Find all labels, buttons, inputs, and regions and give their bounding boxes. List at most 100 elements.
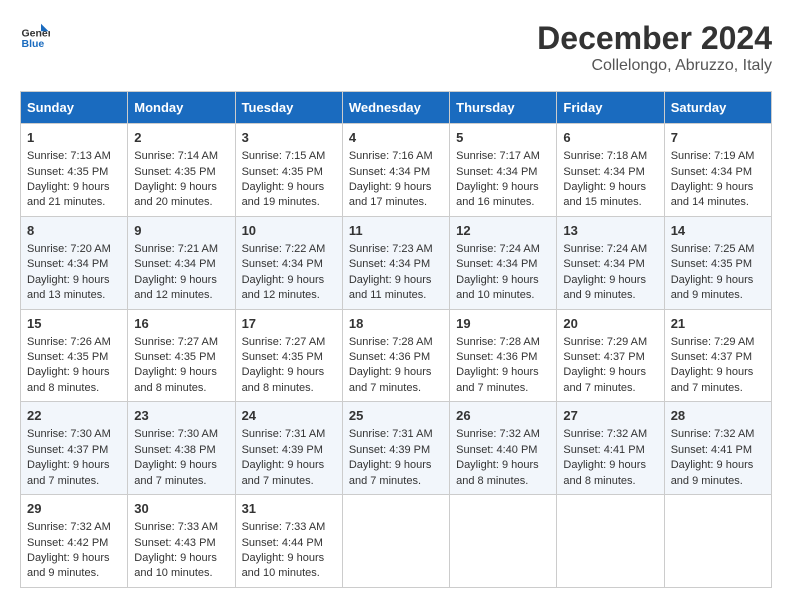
col-friday: Friday [557, 92, 664, 124]
daylight-label: Daylight: 9 hours and 11 minutes. [349, 274, 432, 301]
sunset-label: Sunset: 4:35 PM [27, 166, 108, 178]
table-row: 10 Sunrise: 7:22 AM Sunset: 4:34 PM Dayl… [235, 216, 342, 309]
sunset-label: Sunset: 4:41 PM [563, 444, 644, 456]
sunset-label: Sunset: 4:37 PM [671, 351, 752, 363]
sunrise-label: Sunrise: 7:13 AM [27, 150, 111, 162]
sunrise-label: Sunrise: 7:27 AM [134, 336, 218, 348]
day-number: 15 [27, 315, 121, 333]
table-row: 25 Sunrise: 7:31 AM Sunset: 4:39 PM Dayl… [342, 402, 449, 495]
daylight-label: Daylight: 9 hours and 10 minutes. [456, 274, 539, 301]
sunrise-label: Sunrise: 7:24 AM [456, 243, 540, 255]
table-row: 21 Sunrise: 7:29 AM Sunset: 4:37 PM Dayl… [664, 309, 771, 402]
col-wednesday: Wednesday [342, 92, 449, 124]
day-number: 28 [671, 407, 765, 425]
calendar-table: Sunday Monday Tuesday Wednesday Thursday… [20, 91, 772, 588]
sunset-label: Sunset: 4:35 PM [27, 351, 108, 363]
table-row: 24 Sunrise: 7:31 AM Sunset: 4:39 PM Dayl… [235, 402, 342, 495]
table-row [557, 495, 664, 588]
day-number: 14 [671, 222, 765, 240]
sunset-label: Sunset: 4:43 PM [134, 537, 215, 549]
sunrise-label: Sunrise: 7:30 AM [27, 428, 111, 440]
sunrise-label: Sunrise: 7:21 AM [134, 243, 218, 255]
day-number: 16 [134, 315, 228, 333]
daylight-label: Daylight: 9 hours and 7 minutes. [242, 459, 325, 486]
day-number: 7 [671, 129, 765, 147]
sunrise-label: Sunrise: 7:29 AM [563, 336, 647, 348]
daylight-label: Daylight: 9 hours and 7 minutes. [671, 366, 754, 393]
sunset-label: Sunset: 4:35 PM [242, 351, 323, 363]
table-row: 12 Sunrise: 7:24 AM Sunset: 4:34 PM Dayl… [450, 216, 557, 309]
day-number: 6 [563, 129, 657, 147]
sunrise-label: Sunrise: 7:17 AM [456, 150, 540, 162]
sunset-label: Sunset: 4:34 PM [349, 258, 430, 270]
sunset-label: Sunset: 4:42 PM [27, 537, 108, 549]
sunrise-label: Sunrise: 7:31 AM [349, 428, 433, 440]
sunset-label: Sunset: 4:34 PM [242, 258, 323, 270]
sunset-label: Sunset: 4:35 PM [671, 258, 752, 270]
calendar-row: 29 Sunrise: 7:32 AM Sunset: 4:42 PM Dayl… [21, 495, 772, 588]
table-row: 22 Sunrise: 7:30 AM Sunset: 4:37 PM Dayl… [21, 402, 128, 495]
day-number: 2 [134, 129, 228, 147]
calendar-row: 15 Sunrise: 7:26 AM Sunset: 4:35 PM Dayl… [21, 309, 772, 402]
daylight-label: Daylight: 9 hours and 16 minutes. [456, 181, 539, 208]
table-row: 20 Sunrise: 7:29 AM Sunset: 4:37 PM Dayl… [557, 309, 664, 402]
daylight-label: Daylight: 9 hours and 8 minutes. [456, 459, 539, 486]
table-row: 4 Sunrise: 7:16 AM Sunset: 4:34 PM Dayli… [342, 124, 449, 217]
daylight-label: Daylight: 9 hours and 13 minutes. [27, 274, 110, 301]
table-row: 9 Sunrise: 7:21 AM Sunset: 4:34 PM Dayli… [128, 216, 235, 309]
day-number: 3 [242, 129, 336, 147]
logo-icon: General Blue [20, 20, 50, 50]
day-number: 20 [563, 315, 657, 333]
daylight-label: Daylight: 9 hours and 8 minutes. [134, 366, 217, 393]
day-number: 12 [456, 222, 550, 240]
sunrise-label: Sunrise: 7:26 AM [27, 336, 111, 348]
daylight-label: Daylight: 9 hours and 8 minutes. [563, 459, 646, 486]
svg-text:Blue: Blue [22, 38, 45, 50]
col-monday: Monday [128, 92, 235, 124]
day-number: 29 [27, 500, 121, 518]
calendar-row: 1 Sunrise: 7:13 AM Sunset: 4:35 PM Dayli… [21, 124, 772, 217]
daylight-label: Daylight: 9 hours and 9 minutes. [671, 274, 754, 301]
day-number: 11 [349, 222, 443, 240]
table-row: 6 Sunrise: 7:18 AM Sunset: 4:34 PM Dayli… [557, 124, 664, 217]
table-row: 16 Sunrise: 7:27 AM Sunset: 4:35 PM Dayl… [128, 309, 235, 402]
sunrise-label: Sunrise: 7:32 AM [27, 521, 111, 533]
table-row: 1 Sunrise: 7:13 AM Sunset: 4:35 PM Dayli… [21, 124, 128, 217]
daylight-label: Daylight: 9 hours and 12 minutes. [242, 274, 325, 301]
sunset-label: Sunset: 4:39 PM [242, 444, 323, 456]
daylight-label: Daylight: 9 hours and 12 minutes. [134, 274, 217, 301]
day-number: 10 [242, 222, 336, 240]
sunrise-label: Sunrise: 7:24 AM [563, 243, 647, 255]
sunrise-label: Sunrise: 7:32 AM [456, 428, 540, 440]
table-row: 29 Sunrise: 7:32 AM Sunset: 4:42 PM Dayl… [21, 495, 128, 588]
daylight-label: Daylight: 9 hours and 7 minutes. [349, 366, 432, 393]
daylight-label: Daylight: 9 hours and 8 minutes. [27, 366, 110, 393]
day-number: 23 [134, 407, 228, 425]
daylight-label: Daylight: 9 hours and 17 minutes. [349, 181, 432, 208]
day-number: 4 [349, 129, 443, 147]
sunset-label: Sunset: 4:34 PM [456, 166, 537, 178]
sunset-label: Sunset: 4:44 PM [242, 537, 323, 549]
month-title: December 2024 [537, 20, 772, 57]
day-number: 21 [671, 315, 765, 333]
sunset-label: Sunset: 4:34 PM [134, 258, 215, 270]
daylight-label: Daylight: 9 hours and 7 minutes. [456, 366, 539, 393]
daylight-label: Daylight: 9 hours and 7 minutes. [563, 366, 646, 393]
sunset-label: Sunset: 4:34 PM [27, 258, 108, 270]
sunset-label: Sunset: 4:36 PM [349, 351, 430, 363]
header-row: Sunday Monday Tuesday Wednesday Thursday… [21, 92, 772, 124]
sunrise-label: Sunrise: 7:28 AM [349, 336, 433, 348]
daylight-label: Daylight: 9 hours and 9 minutes. [563, 274, 646, 301]
table-row: 17 Sunrise: 7:27 AM Sunset: 4:35 PM Dayl… [235, 309, 342, 402]
page-header: General Blue December 2024 Collelongo, A… [20, 20, 772, 75]
sunset-label: Sunset: 4:37 PM [563, 351, 644, 363]
sunrise-label: Sunrise: 7:31 AM [242, 428, 326, 440]
daylight-label: Daylight: 9 hours and 7 minutes. [134, 459, 217, 486]
table-row: 15 Sunrise: 7:26 AM Sunset: 4:35 PM Dayl… [21, 309, 128, 402]
col-saturday: Saturday [664, 92, 771, 124]
sunrise-label: Sunrise: 7:32 AM [563, 428, 647, 440]
day-number: 31 [242, 500, 336, 518]
sunset-label: Sunset: 4:36 PM [456, 351, 537, 363]
day-number: 24 [242, 407, 336, 425]
day-number: 19 [456, 315, 550, 333]
